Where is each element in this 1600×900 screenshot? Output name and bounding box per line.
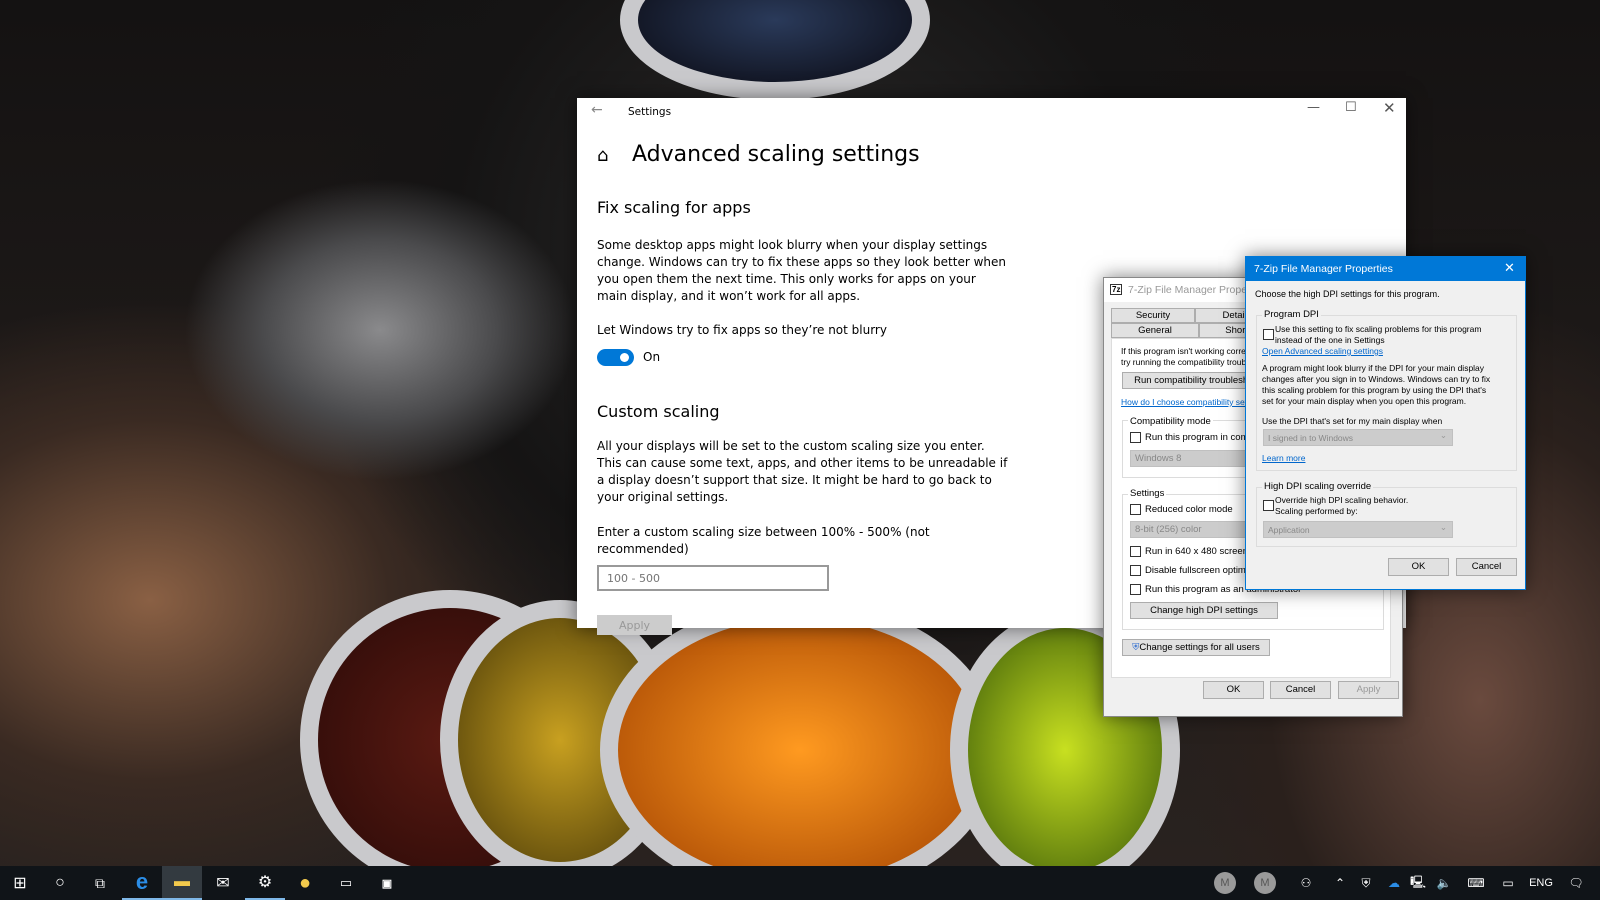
override-checkbox[interactable] [1263,500,1274,511]
custom-scaling-label: Enter a custom scaling size between 100%… [597,524,930,558]
cancel-button[interactable]: Cancel [1270,681,1331,699]
tab-general[interactable]: General [1111,323,1199,338]
page-title: Advanced scaling settings [632,142,920,167]
close-button[interactable]: ✕ [1383,99,1396,117]
command-prompt-icon[interactable]: ▭ [326,866,366,900]
wallpaper-lens [600,600,1000,900]
label: Change settings for all users [1139,642,1259,653]
cancel-button[interactable]: Cancel [1456,558,1517,576]
avatar-initial: M [1214,872,1236,894]
notifications-icon[interactable]: 🗨 [1564,866,1588,900]
line: Enter a custom scaling size between 100%… [597,524,930,541]
volume-icon[interactable]: 🔈 [1434,866,1454,900]
minimize-button[interactable]: — [1307,100,1320,115]
line: this scaling problem for this program by… [1262,385,1490,396]
line: Override high DPI scaling behavior. [1275,495,1408,506]
avatar[interactable]: M [1214,866,1236,900]
when-select[interactable]: I signed in to Windows [1263,429,1453,446]
onedrive-cloud-icon[interactable]: ☁ [1382,866,1406,900]
network-icon[interactable]: 🖳 [1408,866,1428,900]
file-explorer-icon[interactable]: ▬ [162,866,202,900]
edge-browser-icon[interactable]: e [122,866,162,900]
compat-group-label: Compatibility mode [1128,416,1213,427]
line: This can cause some text, apps, and othe… [597,455,1007,472]
window-title: Settings [628,106,671,118]
line: A program might look blurry if the DPI f… [1262,363,1490,374]
line: change. Windows can try to fix these app… [597,254,1006,271]
line: Some desktop apps might look blurry when… [597,237,1006,254]
line: set for your main display when you open … [1262,396,1490,407]
7zip-icon[interactable]: ▣ [367,866,407,900]
override-group-label: High DPI scaling override [1262,481,1373,492]
line: All your displays will be set to the cus… [597,438,1007,455]
reduced-color-checkbox[interactable] [1130,504,1141,515]
line: recommended) [597,541,930,558]
open-advanced-scaling-link[interactable]: Open Advanced scaling settings [1262,346,1383,356]
close-button[interactable]: ✕ [1504,260,1515,276]
avatar-initial: M [1254,872,1276,894]
language-indicator[interactable]: ENG [1526,866,1556,900]
program-dpi-checkbox[interactable] [1263,329,1274,340]
paint-palette-icon[interactable]: ● [285,866,325,900]
custom-scaling-input[interactable] [597,565,829,591]
dialog-title: 7-Zip File Manager Properties [1254,263,1393,275]
run-640-checkbox[interactable] [1130,546,1141,557]
cortana-circle-icon[interactable]: ○ [40,866,80,900]
home-icon[interactable]: ⌂ [597,145,608,166]
chevron-up-icon[interactable]: ⌃ [1330,866,1350,900]
tab-security[interactable]: Security [1111,308,1195,323]
keyboard-icon[interactable]: ⌨ [1464,866,1488,900]
run-admin-checkbox[interactable] [1130,584,1141,595]
fix-scaling-heading: Fix scaling for apps [597,198,751,217]
change-high-dpi-button[interactable]: Change high DPI settings [1130,602,1278,619]
line: Scaling performed by: [1275,506,1408,517]
line: you open them the next time. This only w… [597,271,1006,288]
high-dpi-dialog: 7-Zip File Manager Properties ✕ Choose t… [1245,256,1526,590]
compat-checkbox[interactable] [1130,432,1141,443]
settings-gear-icon[interactable]: ⚙ [245,866,285,900]
override-check-label: Override high DPI scaling behavior.Scali… [1275,495,1408,517]
fix-apps-toggle[interactable] [597,349,634,366]
line: instead of the one in Settings [1275,335,1481,346]
line: your original settings. [597,489,1007,506]
toggle-state: On [643,350,660,364]
security-shield-icon[interactable]: ⛨ [1356,866,1376,900]
line: a display doesn’t support that size. It … [597,472,1007,489]
mail-icon[interactable]: ✉ [203,866,243,900]
line: main display, and it won’t work for all … [597,288,1006,305]
ok-button[interactable]: OK [1388,558,1449,576]
fix-scaling-description: Some desktop apps might look blurry when… [597,237,1006,305]
custom-scaling-heading: Custom scaling [597,402,720,421]
reduced-color-label: Reduced color mode [1145,504,1233,515]
maximize-button[interactable]: ☐ [1345,100,1357,115]
apply-button[interactable]: Apply [1338,681,1399,699]
ok-button[interactable]: OK [1203,681,1264,699]
disable-fullscreen-checkbox[interactable] [1130,565,1141,576]
task-view-icon[interactable]: ⧉ [80,866,120,900]
tablet-icon[interactable]: ▭ [1498,866,1518,900]
blurry-description: A program might look blurry if the DPI f… [1262,363,1490,407]
program-dpi-label: Program DPI [1262,309,1321,320]
intro-text: Choose the high DPI settings for this pr… [1255,289,1440,299]
scaling-performed-select[interactable]: Application [1263,521,1453,538]
avatar[interactable]: M [1254,866,1276,900]
toggle-label: Let Windows try to fix apps so they’re n… [597,323,887,337]
people-icon[interactable]: ⚇ [1296,866,1316,900]
change-all-users-button[interactable]: ⛨Change settings for all users [1122,639,1270,656]
program-dpi-check-label: Use this setting to fix scaling problems… [1275,324,1481,346]
settings-group-label: Settings [1128,488,1166,499]
learn-more-link[interactable]: Learn more [1262,453,1305,463]
custom-scaling-description: All your displays will be set to the cus… [597,438,1007,506]
back-arrow-icon[interactable]: ← [591,102,603,118]
line: Use this setting to fix scaling problems… [1275,324,1481,335]
line: changes after you sign in to Windows. Wi… [1262,374,1490,385]
apply-button[interactable]: Apply [597,615,672,635]
when-label: Use the DPI that's set for my main displ… [1262,416,1442,426]
taskbar: ⊞ ○ ⧉ e ▬ ✉ ⚙ ● ▭ ▣ M M ⚇ ⌃ ⛨ ☁ 🖳 🔈 ⌨ ▭ … [0,866,1600,900]
start-windows-icon[interactable]: ⊞ [0,866,40,900]
app-icon: 7z [1110,284,1122,295]
